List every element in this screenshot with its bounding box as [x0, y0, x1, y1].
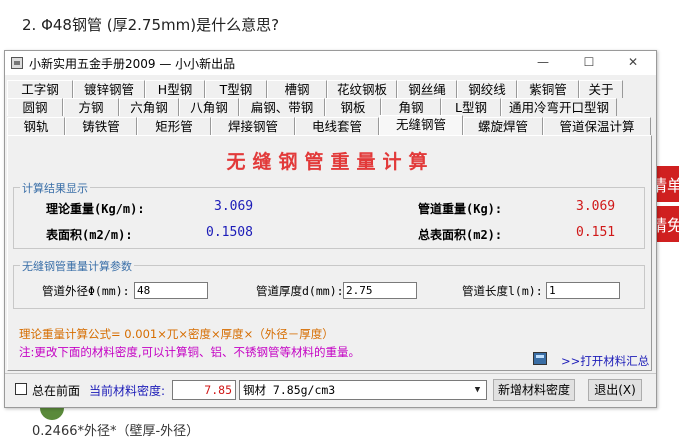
result-group-title: 计算结果显示 [20, 180, 90, 196]
calculator-icon[interactable] [533, 352, 547, 365]
density-input[interactable]: 7.85 [172, 380, 236, 400]
tab-octagon-steel[interactable]: 八角钢 [179, 98, 239, 116]
open-summary-link[interactable]: >>打开材料汇总 [561, 353, 649, 369]
tab-steel-plate[interactable]: 钢板 [325, 98, 381, 116]
always-on-top-checkbox[interactable] [15, 383, 27, 395]
formula-text: 理论重量计算公式= 0.001×兀×密度×厚度×（外径－厚度） [19, 327, 334, 341]
tab-l-steel[interactable]: L型钢 [441, 98, 501, 116]
tab-square-steel[interactable]: 方钢 [63, 98, 119, 116]
title-bar[interactable]: 小新实用五金手册2009 — 小小新出品 — ☐ ✕ [5, 51, 656, 75]
pipe-weight-value: 3.069 [576, 199, 616, 214]
tab-row-2: 圆钢 方钢 六角钢 八角钢 扁钢、带钢 钢板 角钢 L型钢 通用冷弯开口型钢 [7, 98, 617, 116]
total-area-value: 0.151 [576, 225, 616, 240]
params-group: 无缝钢管重量计算参数 管道外径Φ(mm): 48 管道厚度d(mm): 2.75… [13, 258, 645, 309]
tab-wire-rope[interactable]: 钢丝绳 [397, 80, 457, 98]
tab-hexagon-steel[interactable]: 六角钢 [119, 98, 179, 116]
params-group-title: 无缝钢管重量计算参数 [20, 258, 134, 274]
background-question: 2. Φ48钢管 (厚2.75mm)是什么意思? [22, 16, 280, 34]
tab-t-beam[interactable]: T型钢 [205, 80, 267, 98]
length-input[interactable]: 1 [546, 282, 620, 299]
window-title: 小新实用五金手册2009 — 小小新出品 [29, 57, 236, 71]
app-window: 小新实用五金手册2009 — 小小新出品 — ☐ ✕ 工字钢 镀锌钢管 H型钢 … [4, 50, 657, 408]
tab-strand[interactable]: 钢绞线 [457, 80, 517, 98]
thickness-input[interactable]: 2.75 [343, 282, 417, 299]
pipe-weight-label: 管道重量(Kg): [418, 202, 503, 216]
tab-flat-steel[interactable]: 扁钢、带钢 [239, 98, 325, 116]
app-icon [11, 57, 23, 69]
length-label: 管道长度l(m): [462, 284, 543, 298]
maximize-button[interactable]: ☐ [566, 51, 612, 75]
tab-rectangular-pipe[interactable]: 矩形管 [137, 117, 211, 135]
page-title: 无缝钢管重量计算 [226, 151, 435, 173]
total-area-label: 总表面积(m2): [418, 228, 503, 242]
tab-angle-steel[interactable]: 角钢 [381, 98, 441, 116]
density-label: 当前材料密度: [89, 384, 166, 398]
surface-area-value: 0.1508 [206, 225, 253, 240]
outer-diameter-input[interactable]: 48 [134, 282, 208, 299]
background-bottom-text: 0.2466*外径*（壁厚-外径） [32, 424, 200, 439]
chevron-down-icon[interactable]: ▼ [470, 382, 485, 398]
tab-galvanized-pipe[interactable]: 镀锌钢管 [73, 80, 145, 98]
exit-button[interactable]: 退出(X) [588, 379, 642, 401]
theory-weight-label: 理论重量(Kg/m): [46, 202, 145, 216]
tab-h-beam[interactable]: H型钢 [145, 80, 205, 98]
add-material-button[interactable]: 新增材料密度 [493, 379, 575, 401]
always-on-top-label[interactable]: 总在前面 [32, 382, 80, 399]
tab-seamless-pipe[interactable]: 无缝钢管 [379, 115, 463, 135]
tab-copper-pipe[interactable]: 紫铜管 [517, 80, 579, 98]
tab-round-steel[interactable]: 圆钢 [7, 98, 63, 116]
tab-channel-steel[interactable]: 槽钢 [267, 80, 327, 98]
tab-cast-iron-pipe[interactable]: 铸铁管 [65, 117, 137, 135]
material-select-value: 钢材 7.85g/cm3 [243, 383, 336, 397]
minimize-button[interactable]: — [520, 51, 566, 75]
tab-checkered-plate[interactable]: 花纹钢板 [327, 80, 397, 98]
tab-rail[interactable]: 钢轨 [7, 117, 65, 135]
tab-insulation-calc[interactable]: 管道保温计算 [543, 117, 651, 135]
theory-weight-value: 3.069 [214, 199, 254, 214]
tab-cold-formed-steel[interactable]: 通用冷弯开口型钢 [501, 98, 617, 116]
note-text: 注:更改下面的材料密度,可以计算铜、铝、不锈钢管等材料的重量。 [19, 345, 361, 359]
close-button[interactable]: ✕ [610, 51, 656, 75]
material-select[interactable]: 钢材 7.85g/cm3 ▼ [239, 380, 487, 400]
tab-conduit[interactable]: 电线套管 [295, 117, 379, 135]
tab-spiral-pipe[interactable]: 螺旋焊管 [463, 117, 543, 135]
bottom-bar: 总在前面 当前材料密度: 7.85 钢材 7.85g/cm3 ▼ 新增材料密度 … [5, 373, 656, 405]
outer-diameter-label: 管道外径Φ(mm): [42, 284, 130, 298]
tab-row-1: 工字钢 镀锌钢管 H型钢 T型钢 槽钢 花纹钢板 钢丝绳 钢绞线 紫铜管 关于 [7, 80, 623, 98]
surface-area-label: 表面积(m2/m): [46, 228, 133, 242]
thickness-label: 管道厚度d(mm): [256, 284, 344, 298]
tab-about[interactable]: 关于 [579, 80, 623, 98]
result-group: 计算结果显示 理论重量(Kg/m): 3.069 表面积(m2/m): 0.15… [13, 180, 645, 249]
tab-welded-pipe[interactable]: 焊接钢管 [211, 117, 295, 135]
tab-i-beam[interactable]: 工字钢 [7, 80, 73, 98]
tab-row-3: 钢轨 铸铁管 矩形管 焊接钢管 电线套管 无缝钢管 螺旋焊管 管道保温计算 [7, 115, 651, 135]
